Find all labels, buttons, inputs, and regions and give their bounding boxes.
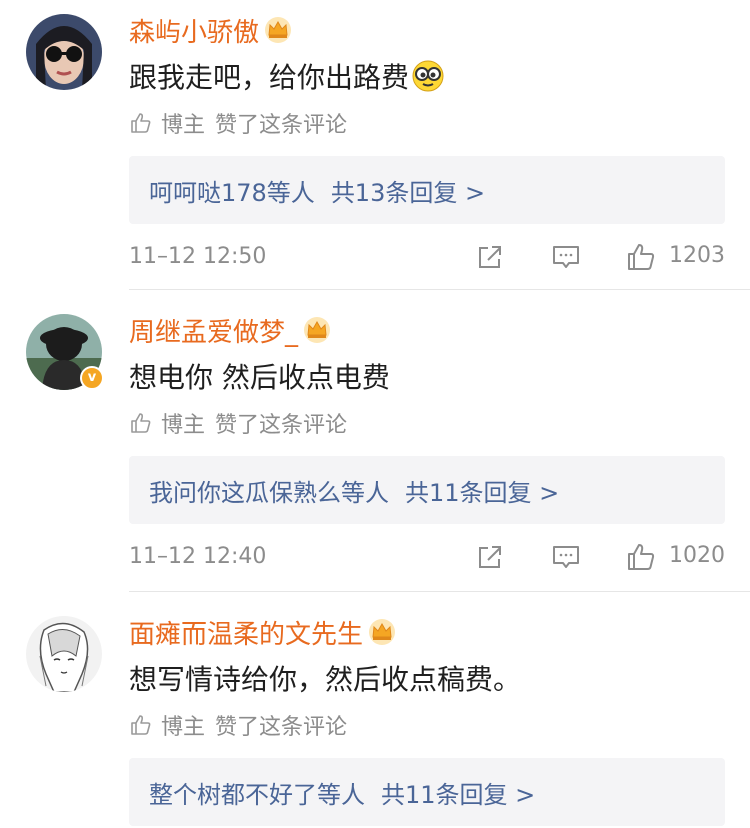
thumb-up-icon bbox=[131, 113, 151, 133]
reply-box[interactable]: 整个树都不好了等人 共11条回复 > bbox=[129, 758, 725, 826]
reply-preview[interactable]: 整个树都不好了等人 bbox=[149, 775, 365, 810]
timestamp: 11–12 12:40 bbox=[129, 544, 267, 569]
author-liked-row: 博主 赞了这条评论 bbox=[129, 710, 347, 740]
crown-icon bbox=[304, 317, 331, 343]
reply-box[interactable]: 我问你这瓜保熟么等人 共11条回复 > bbox=[129, 456, 725, 524]
author-liked-row: 博主 赞了这条评论 bbox=[129, 408, 347, 438]
share-icon[interactable] bbox=[475, 242, 505, 272]
comment-text: 想写情诗给你，然后收点稿费。 bbox=[129, 658, 521, 698]
reply-count-link[interactable]: 共11条回复 > bbox=[381, 775, 535, 810]
like-count: 1203 bbox=[669, 243, 725, 268]
comment-footer: 11–12 12:40 1020 bbox=[129, 540, 725, 576]
timestamp: 11–12 12:50 bbox=[129, 244, 267, 269]
share-icon[interactable] bbox=[475, 542, 505, 572]
thumb-up-icon[interactable] bbox=[626, 242, 656, 272]
thumb-up-icon bbox=[131, 413, 151, 433]
comment-icon[interactable] bbox=[551, 542, 581, 572]
username[interactable]: 周继孟爱做梦_ bbox=[129, 312, 298, 349]
username[interactable]: 面瘫而温柔的文先生 bbox=[129, 614, 363, 651]
reply-count-link[interactable]: 共13条回复 > bbox=[331, 173, 485, 208]
crown-icon bbox=[369, 619, 396, 645]
divider bbox=[129, 289, 750, 290]
crown-icon bbox=[265, 17, 292, 43]
comment-item: 面瘫而温柔的文先生 想写情诗给你，然后收点稿费。 博主 赞了这条评论 整个树都不… bbox=[0, 602, 750, 828]
author-label: 博主 bbox=[161, 715, 206, 740]
reply-box[interactable]: 呵呵哒178等人 共13条回复 > bbox=[129, 156, 725, 224]
reply-preview[interactable]: 呵呵哒178等人 bbox=[149, 173, 315, 208]
author-liked-row: 博主 赞了这条评论 bbox=[129, 108, 347, 138]
liked-label: 赞了这条评论 bbox=[215, 113, 348, 138]
username-row: 周继孟爱做梦_ bbox=[129, 312, 332, 348]
thumb-up-icon bbox=[131, 715, 151, 735]
verified-icon: v bbox=[80, 366, 104, 390]
like-count: 1020 bbox=[669, 543, 725, 568]
liked-label: 赞了这条评论 bbox=[215, 413, 348, 438]
comment-body: 跟我走吧，给你出路费 bbox=[129, 61, 410, 94]
username-row: 森屿小骄傲 bbox=[129, 12, 293, 48]
comment-text: 想电你 然后收点电费 bbox=[129, 356, 390, 396]
comment-body: 想写情诗给你，然后收点稿费。 bbox=[129, 663, 522, 696]
thumb-up-icon[interactable] bbox=[626, 542, 656, 572]
divider bbox=[129, 591, 750, 592]
username[interactable]: 森屿小骄傲 bbox=[129, 12, 259, 49]
author-label: 博主 bbox=[161, 413, 206, 438]
comment-text: 跟我走吧，给你出路费 bbox=[129, 56, 445, 96]
avatar[interactable] bbox=[26, 616, 102, 692]
reply-count-link[interactable]: 共11条回复 > bbox=[405, 473, 559, 508]
comment-item: 森屿小骄傲 跟我走吧，给你出路费 博主 赞了这条评论 呵呵哒178等人 共13条… bbox=[0, 0, 750, 290]
sunglasses-emoji bbox=[412, 60, 444, 92]
username-row: 面瘫而温柔的文先生 bbox=[129, 614, 397, 650]
liked-label: 赞了这条评论 bbox=[215, 715, 348, 740]
comment-item: v 周继孟爱做梦_ 想电你 然后收点电费 博主 赞了这条评论 我问你这瓜保熟么等… bbox=[0, 300, 750, 600]
comment-footer: 11–12 12:50 1203 bbox=[129, 240, 725, 276]
comment-icon[interactable] bbox=[551, 242, 581, 272]
author-label: 博主 bbox=[161, 113, 206, 138]
reply-preview[interactable]: 我问你这瓜保熟么等人 bbox=[149, 473, 389, 508]
comment-body: 想电你 然后收点电费 bbox=[129, 361, 390, 394]
avatar[interactable] bbox=[26, 14, 102, 90]
